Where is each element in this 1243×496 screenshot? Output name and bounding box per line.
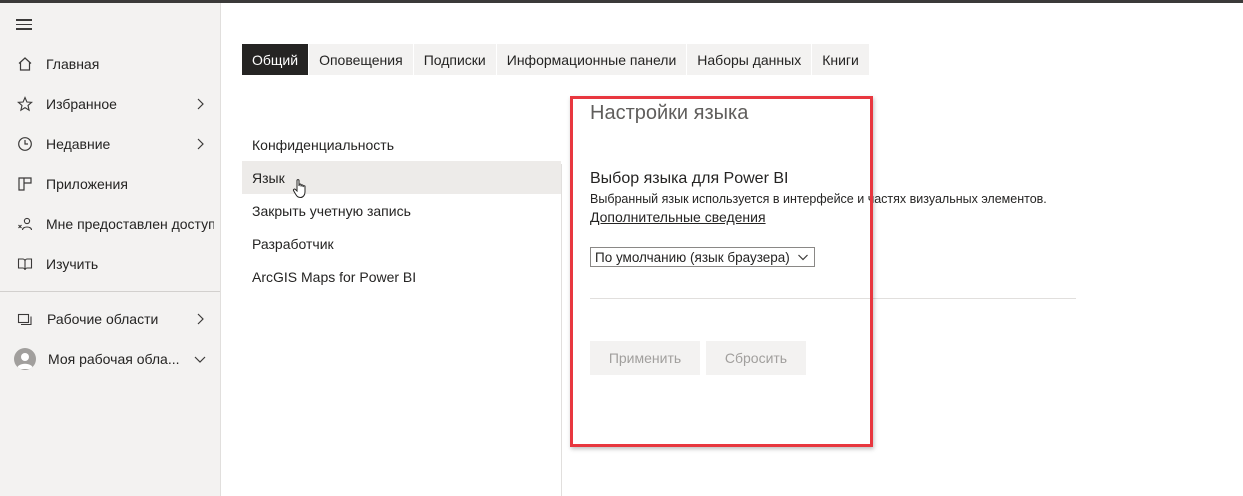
sidebar-divider [0,291,220,292]
chevron-right-icon[interactable] [194,313,206,325]
hamburger-menu-icon[interactable] [16,19,34,33]
sidebar-item-shared[interactable]: Мне предоставлен доступ [0,204,220,244]
apps-icon [16,175,34,193]
avatar-icon [14,348,36,370]
home-icon [16,55,34,73]
sidebar-item-label: Главная [46,56,100,72]
settings-item-arcgis[interactable]: ArcGIS Maps for Power BI [242,260,561,293]
sidebar-item-label: Рабочие области [47,311,159,327]
chevron-right-icon[interactable] [194,138,206,150]
tab-dashboards[interactable]: Информационные панели [496,44,687,75]
apply-button[interactable]: Применить [590,341,700,375]
tab-alerts[interactable]: Оповещения [309,44,413,75]
workspaces-icon [16,310,34,328]
section-description: Выбранный язык используется в интерфейсе… [590,192,1047,206]
section-title: Выбор языка для Power BI [590,170,789,187]
sidebar-item-workspaces[interactable]: Рабочие области [0,299,220,339]
language-select-value: По умолчанию (язык браузера) [595,249,790,265]
page-title: Настройки языка [590,102,749,124]
sidebar-item-label: Моя рабочая обла... [48,351,180,367]
settings-item-close-account[interactable]: Закрыть учетную запись [242,194,561,227]
sidebar-item-label: Мне предоставлен доступ [46,216,214,232]
sidebar-item-label: Приложения [46,176,128,192]
sidebar-item-favorites[interactable]: Избранное [0,84,220,124]
sidebar-item-recent[interactable]: Недавние [0,124,220,164]
settings-tabs: Общий Оповещения Подписки Информационные… [242,44,870,75]
sidebar-item-label: Недавние [46,136,111,152]
settings-item-developer[interactable]: Разработчик [242,227,561,260]
chevron-down-icon [797,251,809,263]
clock-icon [16,135,34,153]
panel-divider [561,164,562,496]
sidebar: Главная Избранное Недавние Приложения Мн… [0,3,221,496]
book-icon [16,255,34,273]
tab-general[interactable]: Общий [242,44,309,75]
chevron-right-icon[interactable] [194,98,206,110]
sidebar-item-label: Изучить [46,256,99,272]
reset-button[interactable]: Сбросить [706,341,806,375]
shared-icon [16,215,34,233]
highlight-frame [570,96,873,447]
settings-item-language[interactable]: Язык [242,161,561,194]
tab-workbooks[interactable]: Книги [812,44,869,75]
sidebar-item-home[interactable]: Главная [0,44,220,84]
tab-subscriptions[interactable]: Подписки [413,44,496,75]
hand-cursor-icon [292,178,310,200]
sidebar-item-learn[interactable]: Изучить [0,244,220,284]
section-separator [590,298,1076,299]
sidebar-item-apps[interactable]: Приложения [0,164,220,204]
settings-item-privacy[interactable]: Конфиденциальность [242,128,561,161]
tab-datasets[interactable]: Наборы данных [687,44,812,75]
more-info-link[interactable]: Дополнительные сведения [590,209,766,225]
settings-menu: Конфиденциальность Язык Закрыть учетную … [242,128,561,293]
chevron-down-icon[interactable] [194,353,206,365]
language-select[interactable]: По умолчанию (язык браузера) [590,247,815,267]
star-icon [16,95,34,113]
sidebar-item-label: Избранное [46,96,117,112]
sidebar-item-my-workspace[interactable]: Моя рабочая обла... [0,339,220,379]
